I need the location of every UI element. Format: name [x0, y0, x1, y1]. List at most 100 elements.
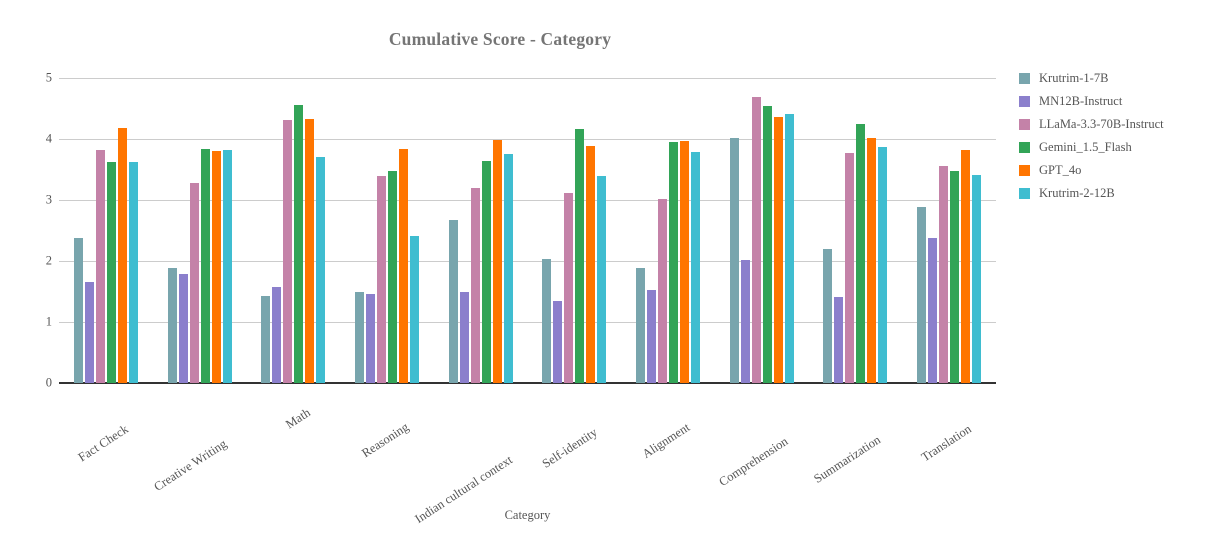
chart-title: Cumulative Score - Category: [388, 29, 612, 49]
bar[interactable]: [354, 291, 364, 383]
bar[interactable]: [189, 182, 199, 383]
x-axis-tick-label-text: Fact Check: [75, 421, 131, 465]
bar[interactable]: [856, 123, 866, 383]
bar[interactable]: [222, 149, 232, 383]
bar-group: [167, 78, 232, 383]
bar[interactable]: [553, 301, 563, 383]
legend-label: GPT_4o: [1039, 163, 1082, 177]
bar-group: [448, 78, 513, 383]
legend-item[interactable]: GPT_4o: [1019, 160, 1214, 181]
chart-legend: Krutrim-1-7B MN12B-Instruct LLaMa-3.3-70B-…: [1019, 68, 1214, 206]
legend-label: Krutrim-1-7B: [1039, 71, 1109, 85]
bar[interactable]: [95, 149, 105, 383]
x-axis-tick-label: Math: [283, 391, 336, 431]
legend-color-swatch: [1019, 188, 1030, 199]
bar[interactable]: [669, 142, 679, 383]
bar-group: [917, 78, 982, 383]
bar-group: [354, 78, 419, 383]
bar-group: [542, 78, 607, 383]
bar[interactable]: [200, 149, 210, 383]
x-axis-tick-label-text: Comprehension: [716, 434, 791, 489]
bar[interactable]: [575, 128, 585, 383]
bar[interactable]: [387, 171, 397, 383]
bar[interactable]: [503, 153, 513, 383]
bar[interactable]: [376, 175, 386, 383]
legend-item[interactable]: Krutrim-2-12B: [1019, 183, 1214, 204]
y-axis-tick-label: 0: [45, 375, 52, 390]
bar[interactable]: [167, 267, 177, 383]
bar[interactable]: [784, 114, 794, 383]
bar[interactable]: [636, 267, 646, 383]
bar[interactable]: [950, 171, 960, 383]
bar[interactable]: [470, 187, 480, 383]
bar[interactable]: [305, 118, 315, 383]
bar[interactable]: [834, 297, 844, 383]
legend-item[interactable]: LLaMa-3.3-70B-Instruct: [1019, 114, 1214, 135]
bar[interactable]: [481, 160, 491, 383]
bar[interactable]: [398, 149, 408, 383]
bar[interactable]: [84, 282, 94, 383]
legend-color-swatch: [1019, 119, 1030, 130]
bar[interactable]: [972, 175, 982, 383]
bar[interactable]: [878, 146, 888, 383]
bar[interactable]: [845, 153, 855, 383]
x-axis-tick-label-text: Alignment: [639, 420, 693, 461]
legend-color-swatch: [1019, 142, 1030, 153]
bar[interactable]: [762, 106, 772, 383]
x-axis-tick-label: Fact Check: [76, 391, 179, 465]
x-axis-title: Category: [504, 508, 551, 522]
bar[interactable]: [492, 140, 502, 383]
bar[interactable]: [867, 138, 877, 383]
x-axis-tick-label: Comprehension: [716, 391, 858, 489]
bar[interactable]: [283, 120, 293, 383]
bar[interactable]: [751, 96, 761, 383]
bar-group: [636, 78, 701, 383]
bar[interactable]: [459, 291, 469, 383]
bar[interactable]: [939, 166, 949, 383]
bar-group: [73, 78, 138, 383]
bar[interactable]: [272, 286, 282, 383]
bar[interactable]: [680, 141, 690, 383]
bar[interactable]: [365, 293, 375, 383]
x-axis-tick-label: Translation: [919, 391, 1022, 465]
legend-label: MN12B-Instruct: [1039, 94, 1123, 108]
y-axis-tick-label: 4: [45, 131, 52, 146]
bar[interactable]: [647, 290, 657, 383]
bar[interactable]: [564, 193, 574, 383]
legend-item[interactable]: Gemini_1.5_Flash: [1019, 137, 1214, 158]
y-axis-tick-labels: 0 1 2 3 4 5: [0, 71, 52, 390]
bar[interactable]: [542, 258, 552, 383]
bar[interactable]: [691, 151, 701, 383]
legend-item[interactable]: MN12B-Instruct: [1019, 91, 1214, 112]
bar-group: [261, 78, 326, 383]
bar[interactable]: [316, 157, 326, 383]
bar[interactable]: [773, 117, 783, 383]
bar[interactable]: [586, 146, 596, 383]
legend-label: LLaMa-3.3-70B-Instruct: [1039, 117, 1164, 131]
bar[interactable]: [597, 175, 607, 383]
bar[interactable]: [117, 128, 127, 383]
bar[interactable]: [294, 105, 304, 383]
bar[interactable]: [178, 273, 188, 383]
bar[interactable]: [823, 249, 833, 383]
bar[interactable]: [106, 161, 116, 383]
bar[interactable]: [409, 236, 419, 383]
legend-label: Krutrim-2-12B: [1039, 186, 1115, 200]
bar[interactable]: [261, 296, 271, 383]
bar[interactable]: [740, 260, 750, 383]
bar[interactable]: [928, 237, 938, 383]
bar[interactable]: [128, 161, 138, 383]
x-axis-tick-label-text: Summarization: [811, 432, 884, 486]
bar[interactable]: [961, 149, 971, 383]
bar[interactable]: [917, 207, 927, 383]
y-axis-tick-label: 1: [45, 314, 52, 329]
bar[interactable]: [211, 151, 221, 383]
legend-item[interactable]: Krutrim-1-7B: [1019, 68, 1214, 89]
x-axis-tick-label-text: Reasoning: [359, 419, 412, 461]
x-axis-tick-labels: Fact Check Creative Writing Math Reasoning I…: [59, 383, 996, 526]
bar[interactable]: [729, 138, 739, 383]
bar[interactable]: [73, 238, 83, 383]
bar[interactable]: [448, 220, 458, 383]
x-axis-tick-label: Alignment: [640, 391, 738, 461]
bar[interactable]: [658, 198, 668, 383]
